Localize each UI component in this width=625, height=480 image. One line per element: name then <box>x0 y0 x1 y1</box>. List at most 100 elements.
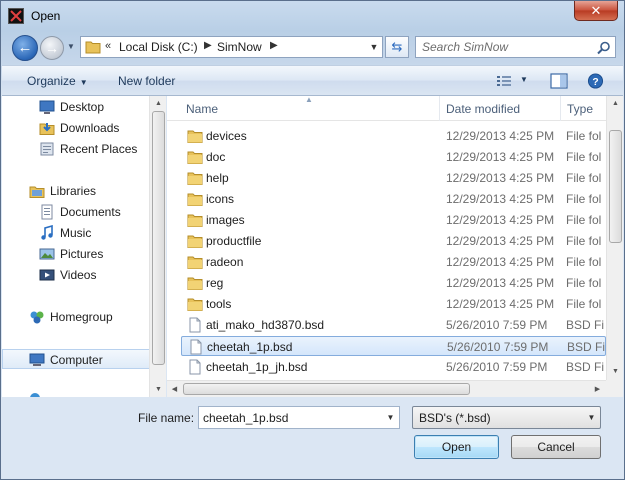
nav-item-homegroup[interactable]: Homegroup <box>2 307 150 327</box>
folder-icon <box>187 128 203 144</box>
file-row[interactable]: cheetah_1p_jh.bsd 5/26/2010 7:59 PM BSD Fi <box>181 357 606 377</box>
address-history-dropdown[interactable]: ▼ <box>365 37 383 57</box>
forward-button[interactable]: → <box>40 36 64 60</box>
file-name: cheetah_1p.bsd <box>207 340 293 354</box>
close-button[interactable]: ✕ <box>574 1 618 21</box>
breadcrumb-simnow[interactable]: SimNow <box>217 40 262 54</box>
file-row[interactable]: ati_mako_hd3870.bsd 5/26/2010 7:59 PM BSD … <box>181 315 606 335</box>
file-row[interactable]: cheetah_1p.bsd 5/26/2010 7:59 PM BSD Fi <box>181 336 606 356</box>
nav-item-label: Homegroup <box>50 310 113 324</box>
file-date-modified: 12/29/2013 4:25 PM <box>446 234 555 248</box>
recent-locations-dropdown[interactable]: ▼ <box>67 42 77 52</box>
file-date-modified: 12/29/2013 4:25 PM <box>446 150 555 164</box>
file-type: File fol <box>566 234 602 248</box>
file-name-dropdown-button[interactable]: ▼ <box>382 407 399 428</box>
refresh-button[interactable]: ⇆ <box>385 36 409 58</box>
file-row[interactable]: images 12/29/2013 4:25 PM File fol <box>181 210 606 230</box>
nav-item-computer[interactable]: Computer <box>2 349 150 369</box>
breadcrumb-local-disk[interactable]: Local Disk (C:) <box>119 40 198 54</box>
folder-icon <box>187 254 203 270</box>
address-overflow-chevron[interactable]: « <box>105 40 111 52</box>
file-row[interactable]: devices 12/29/2013 4:25 PM File fol <box>181 126 606 146</box>
breadcrumb-separator-icon[interactable]: ▶ <box>270 40 278 51</box>
column-header-type[interactable]: Type <box>567 102 593 116</box>
nav-item-videos[interactable]: Videos <box>2 265 150 285</box>
folder-icon <box>187 212 203 228</box>
view-options-dropdown-icon[interactable]: ▼ <box>520 75 528 84</box>
back-arrow-icon: ← <box>17 39 33 56</box>
folder-icon <box>187 233 203 249</box>
chevron-down-icon: ▼ <box>386 413 395 422</box>
folder-icon <box>187 149 203 165</box>
preview-pane-icon[interactable] <box>550 73 568 89</box>
search-input[interactable] <box>422 39 592 55</box>
scroll-down-arrow[interactable]: ▼ <box>607 364 624 379</box>
pictures-icon <box>39 248 55 260</box>
file-name: tools <box>206 297 232 311</box>
simnow-app-icon <box>8 8 24 24</box>
column-header-name[interactable]: Name <box>186 102 218 116</box>
file-row[interactable]: icons 12/29/2013 4:25 PM File fol <box>181 189 606 209</box>
column-divider[interactable] <box>439 96 440 121</box>
file-list-horizontal-scrollbar[interactable]: ◀ ▶ <box>167 380 606 397</box>
column-header-date-modified[interactable]: Date modified <box>446 102 520 116</box>
nav-item-desktop[interactable]: Desktop <box>2 97 150 117</box>
file-type-filter-value: BSD's (*.bsd) <box>419 411 491 425</box>
breadcrumb-separator-icon[interactable]: ▶ <box>204 40 212 51</box>
nav-item-music[interactable]: Music <box>2 223 150 243</box>
file-row[interactable]: tools 12/29/2013 4:25 PM File fol <box>181 294 606 314</box>
navigation-pane-scrollbar[interactable]: ▲ ▼ <box>149 96 166 397</box>
scrollbar-thumb[interactable] <box>609 130 622 243</box>
file-type: File fol <box>566 276 602 290</box>
file-row[interactable]: help 12/29/2013 4:25 PM File fol <box>181 168 606 188</box>
scrollbar-thumb[interactable] <box>152 111 165 365</box>
back-button[interactable]: ← <box>12 35 38 61</box>
file-row[interactable]: doc 12/29/2013 4:25 PM File fol <box>181 147 606 167</box>
nav-item-libraries[interactable]: Libraries <box>2 181 150 201</box>
file-row[interactable]: productfile 12/29/2013 4:25 PM File fol <box>181 231 606 251</box>
view-options-icon[interactable] <box>496 73 512 89</box>
scroll-up-arrow[interactable]: ▲ <box>607 96 624 111</box>
folder-icon <box>85 41 101 54</box>
file-date-modified: 12/29/2013 4:25 PM <box>446 171 555 185</box>
file-name-combobox[interactable]: ▼ <box>198 406 400 429</box>
nav-item-pictures[interactable]: Pictures <box>2 244 150 264</box>
file-name: doc <box>206 150 226 164</box>
nav-item-documents[interactable]: Documents <box>2 202 150 222</box>
nav-item-label: Libraries <box>50 184 97 198</box>
column-divider[interactable] <box>560 96 561 121</box>
open-dialog: Open ✕ ← → ▼ « Local Disk (C:) ▶ SimNow … <box>0 0 625 480</box>
open-button[interactable]: Open <box>414 435 499 459</box>
nav-item-label: Desktop <box>60 100 105 114</box>
search-box[interactable] <box>415 36 616 58</box>
nav-item-label: Computer <box>50 353 103 367</box>
cancel-button[interactable]: Cancel <box>511 435 601 459</box>
file-type: BSD Fi <box>567 340 606 354</box>
file-name-input[interactable] <box>203 410 378 426</box>
nav-item-label: Music <box>60 226 92 240</box>
close-icon: ✕ <box>590 3 602 18</box>
nav-item-downloads[interactable]: Downloads <box>2 118 150 138</box>
computer-icon <box>29 353 45 366</box>
nav-item-recent-places[interactable]: Recent Places <box>2 139 150 159</box>
file-date-modified: 12/29/2013 4:25 PM <box>446 129 555 143</box>
navigation-pane: Desktop Downloads Recent Places Librarie… <box>2 96 166 397</box>
search-icon[interactable] <box>596 40 612 56</box>
file-row[interactable]: radeon 12/29/2013 4:25 PM File fol <box>181 252 606 272</box>
help-icon[interactable]: ? <box>587 73 604 89</box>
scroll-right-arrow[interactable]: ▶ <box>590 382 605 397</box>
new-folder-button[interactable]: New folder <box>118 74 175 88</box>
scroll-down-arrow[interactable]: ▼ <box>150 382 167 397</box>
file-list-vertical-scrollbar[interactable]: ▲ ▼ <box>606 96 623 380</box>
scrollbar-thumb[interactable] <box>183 383 470 395</box>
scroll-left-arrow[interactable]: ◀ <box>167 382 182 397</box>
file-type-filter-select[interactable]: BSD's (*.bsd) ▼ <box>412 406 601 429</box>
chevron-down-icon: ▼ <box>587 413 596 422</box>
address-bar[interactable]: « Local Disk (C:) ▶ SimNow ▶ ▼ <box>80 36 383 58</box>
file-row[interactable]: reg 12/29/2013 4:25 PM File fol <box>181 273 606 293</box>
file-date-modified: 5/26/2010 7:59 PM <box>447 340 549 354</box>
sort-ascending-icon: ▲ <box>305 95 313 104</box>
scroll-up-arrow[interactable]: ▲ <box>150 96 167 111</box>
title-bar[interactable]: Open ✕ <box>1 1 624 31</box>
organize-menu[interactable]: Organize ▼ <box>27 74 88 88</box>
